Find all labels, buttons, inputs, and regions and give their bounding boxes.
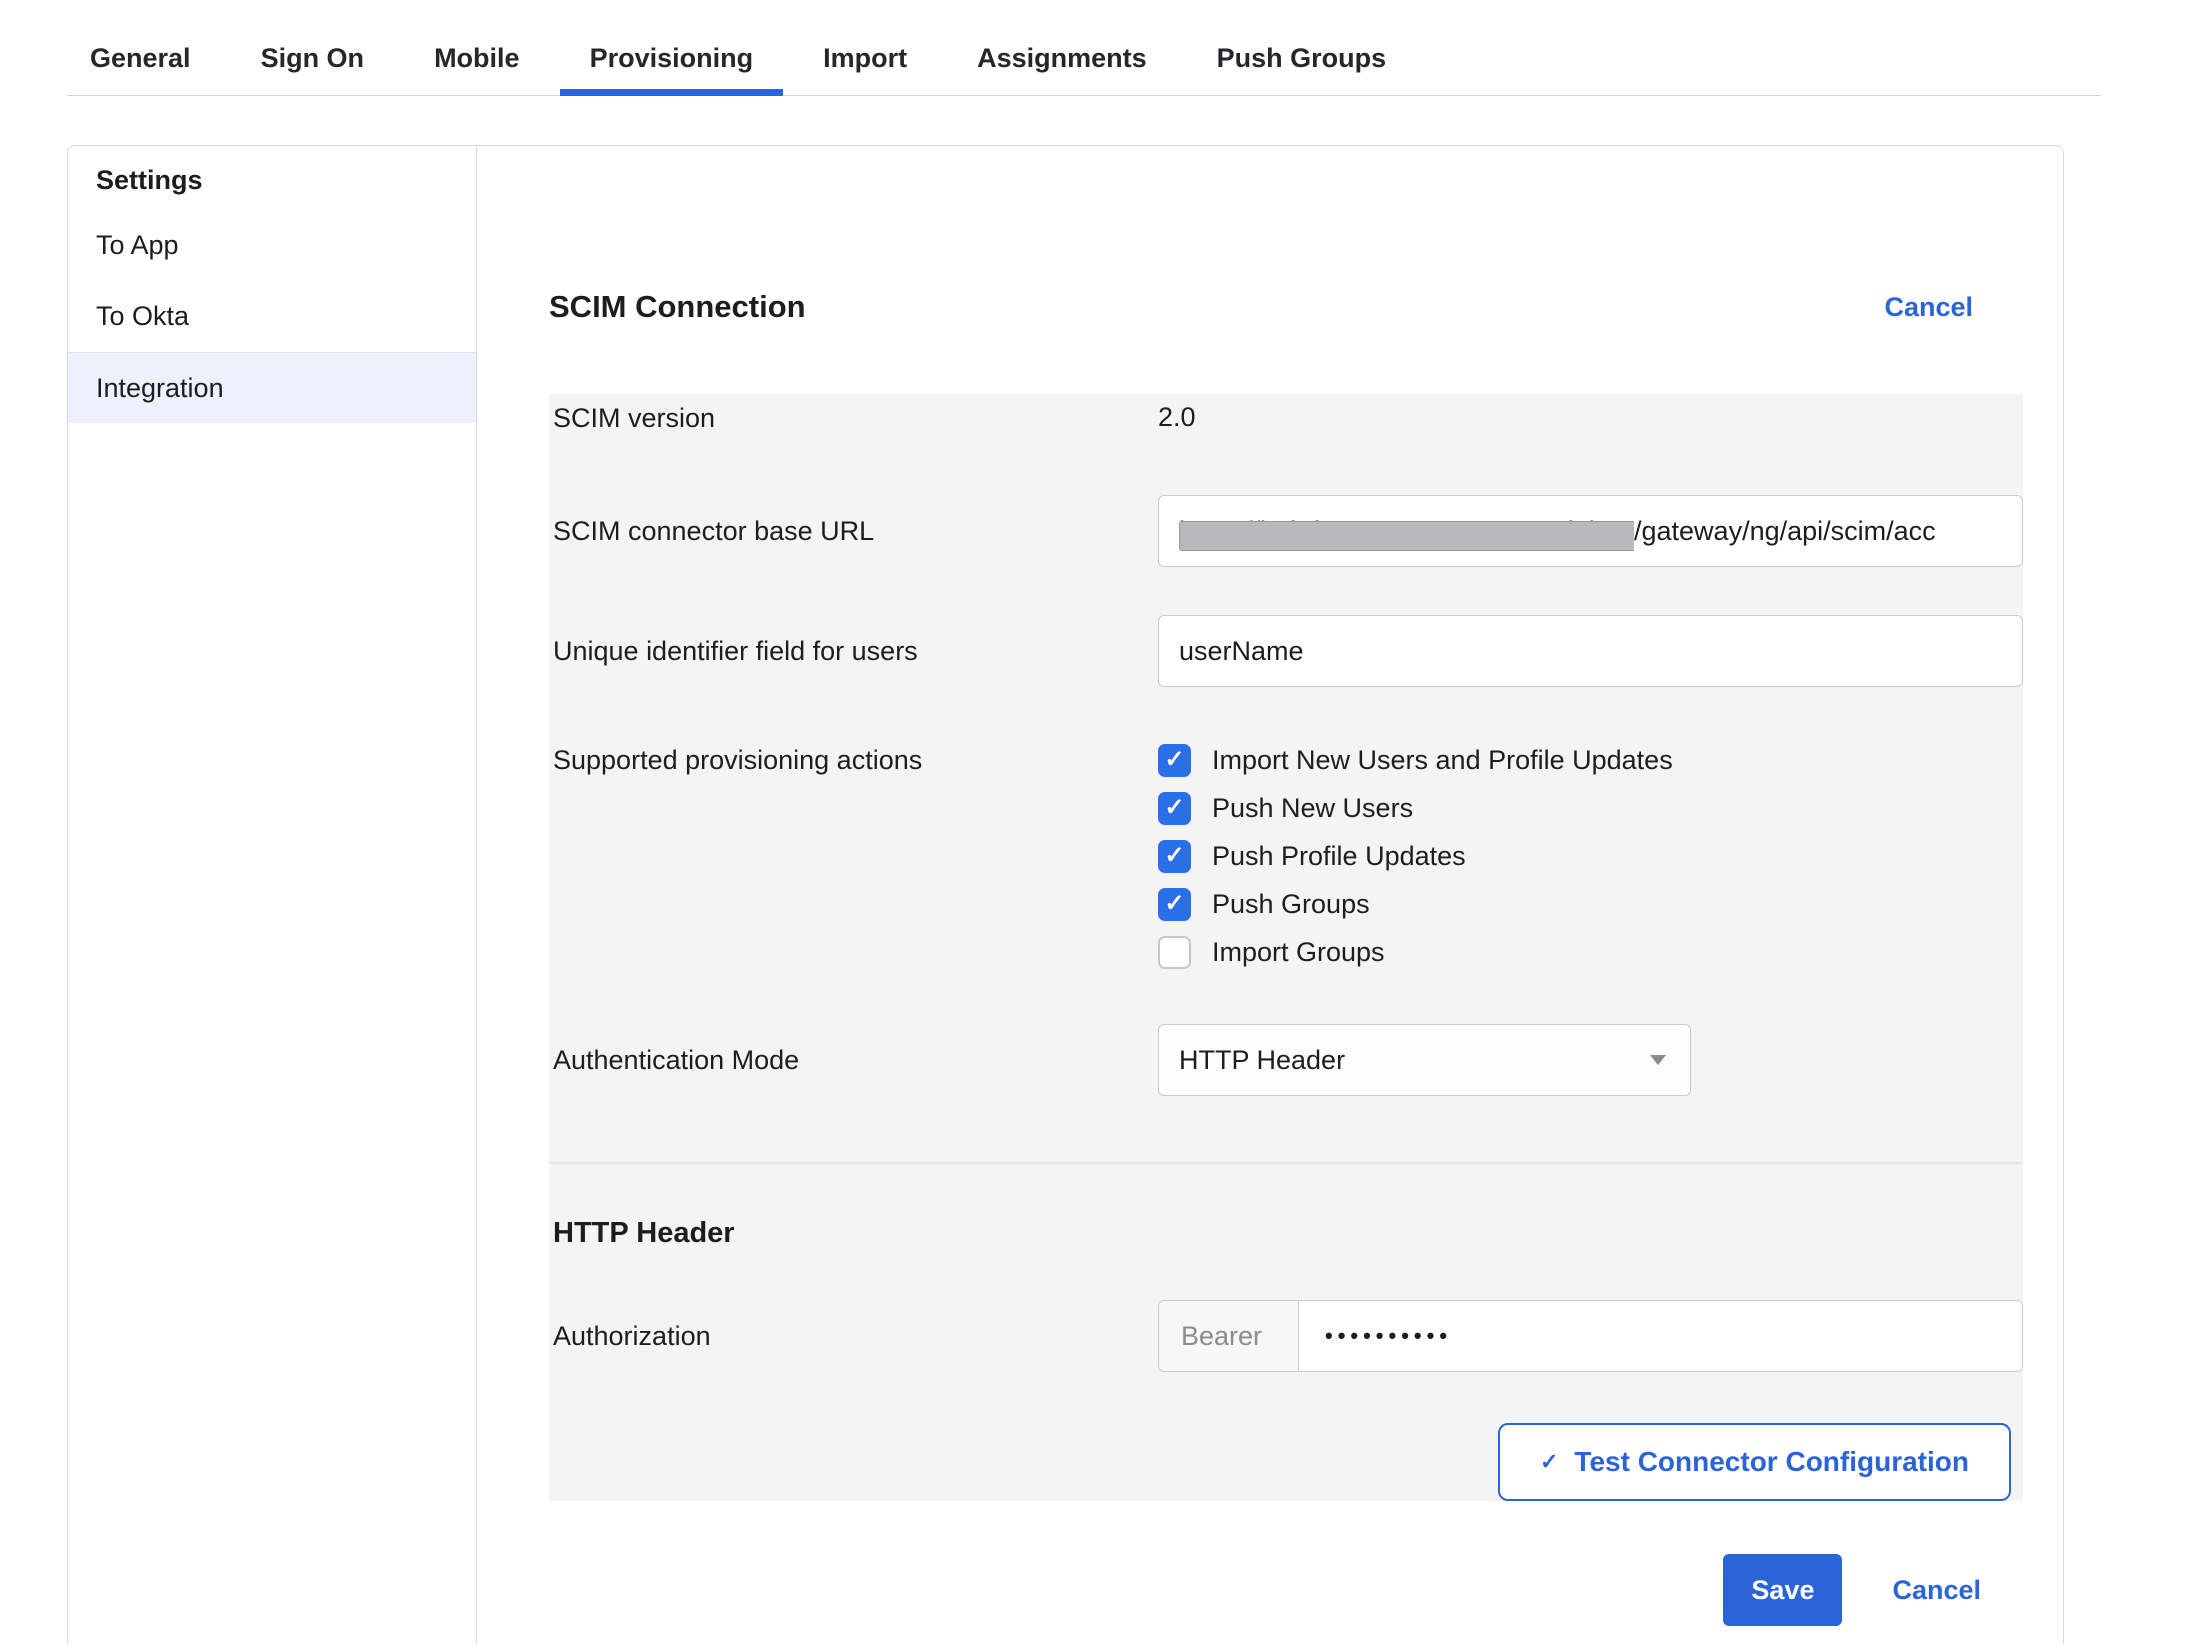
page-title: SCIM Connection xyxy=(549,289,806,325)
unique-identifier-label: Unique identifier field for users xyxy=(553,637,1158,665)
provisioning-actions-options: Import New Users and Profile Updates Pus… xyxy=(1158,743,2023,969)
base-url-row: SCIM connector base URL https://b5bd-135… xyxy=(553,495,2023,567)
sidebar-item-integration[interactable]: Integration xyxy=(68,352,476,423)
scim-settings-panel: SCIM version 2.0 SCIM connector base URL… xyxy=(549,394,2023,1501)
provisioning-actions-label: Supported provisioning actions xyxy=(553,743,1158,777)
tab-sign-on[interactable]: Sign On xyxy=(231,30,395,95)
check-icon xyxy=(1164,844,1184,868)
scim-connection-section: SCIM version 2.0 SCIM connector base URL… xyxy=(549,394,2023,1162)
cancel-link-top[interactable]: Cancel xyxy=(1884,292,1973,323)
check-icon xyxy=(1540,1449,1558,1475)
chevron-down-icon xyxy=(1650,1055,1666,1065)
sidebar-title: Settings xyxy=(68,146,476,195)
tab-mobile[interactable]: Mobile xyxy=(404,30,550,95)
tab-push-groups[interactable]: Push Groups xyxy=(1187,30,1417,95)
option-import-new-users[interactable]: Import New Users and Profile Updates xyxy=(1158,743,2023,777)
checkbox-unchecked-icon[interactable] xyxy=(1158,936,1191,969)
option-push-groups[interactable]: Push Groups xyxy=(1158,887,2023,921)
checkbox-checked-icon[interactable] xyxy=(1158,840,1191,873)
heading-row: SCIM Connection Cancel xyxy=(549,289,2023,325)
tab-general[interactable]: General xyxy=(60,30,221,95)
test-connector-row: Test Connector Configuration xyxy=(553,1423,2023,1501)
tab-assignments[interactable]: Assignments xyxy=(947,30,1177,95)
auth-mode-select[interactable]: HTTP Header xyxy=(1158,1024,1691,1096)
redacted-url-text: https://b5bd-135-19-67-149.ngrok.io xyxy=(1179,495,1634,567)
unique-identifier-row: Unique identifier field for users xyxy=(553,615,2023,687)
unique-identifier-input[interactable] xyxy=(1158,615,2023,687)
sidebar-items: To App To Okta Integration xyxy=(68,210,476,423)
redaction-bar xyxy=(1179,521,1634,551)
url-visible-suffix: /gateway/ng/api/scim/acc xyxy=(1634,516,1936,547)
http-header-title: HTTP Header xyxy=(553,1218,2023,1248)
option-push-profile-updates[interactable]: Push Profile Updates xyxy=(1158,839,2023,873)
provisioning-card: Settings To App To Okta Integration SCIM… xyxy=(67,145,2064,1644)
tab-import[interactable]: Import xyxy=(793,30,937,95)
scim-version-label: SCIM version xyxy=(553,404,1158,432)
option-push-new-users[interactable]: Push New Users xyxy=(1158,791,2023,825)
save-button[interactable]: Save xyxy=(1723,1554,1842,1626)
cancel-link-bottom[interactable]: Cancel xyxy=(1892,1575,1981,1606)
scim-version-row: SCIM version 2.0 xyxy=(553,402,2023,433)
auth-mode-selected-value: HTTP Header xyxy=(1179,1045,1345,1076)
provisioning-actions-row: Supported provisioning actions Import Ne… xyxy=(553,743,2023,969)
check-icon xyxy=(1164,796,1184,820)
sidebar-item-to-app[interactable]: To App xyxy=(68,210,476,281)
option-import-groups[interactable]: Import Groups xyxy=(1158,935,2023,969)
check-icon xyxy=(1164,892,1184,916)
app-tab-bar: General Sign On Mobile Provisioning Impo… xyxy=(67,0,2101,96)
check-icon xyxy=(1164,748,1184,772)
test-connector-button[interactable]: Test Connector Configuration xyxy=(1498,1423,2011,1501)
base-url-label: SCIM connector base URL xyxy=(553,517,1158,545)
checkbox-checked-icon[interactable] xyxy=(1158,888,1191,921)
authorization-input-group: Bearer •••••••••• xyxy=(1158,1300,2023,1372)
tab-provisioning[interactable]: Provisioning xyxy=(560,30,784,95)
api-token-input[interactable]: •••••••••• xyxy=(1299,1301,1452,1371)
checkbox-checked-icon[interactable] xyxy=(1158,792,1191,825)
form-actions-row: Save Cancel xyxy=(549,1554,2023,1626)
authorization-label: Authorization xyxy=(553,1322,1158,1350)
sidebar-item-to-okta[interactable]: To Okta xyxy=(68,281,476,352)
settings-sidebar: Settings To App To Okta Integration xyxy=(68,146,477,1644)
http-header-section: HTTP Header Authorization Bearer •••••••… xyxy=(549,1164,2023,1501)
scim-version-value: 2.0 xyxy=(1158,402,2023,433)
auth-mode-row: Authentication Mode HTTP Header xyxy=(553,1024,2023,1096)
base-url-input[interactable]: https://b5bd-135-19-67-149.ngrok.io /gat… xyxy=(1158,495,2023,567)
main-content: SCIM Connection Cancel SCIM version 2.0 … xyxy=(477,146,2064,1644)
auth-mode-label: Authentication Mode xyxy=(553,1046,1158,1074)
bearer-prefix: Bearer xyxy=(1159,1301,1299,1371)
authorization-row: Authorization Bearer •••••••••• xyxy=(553,1300,2023,1372)
checkbox-checked-icon[interactable] xyxy=(1158,744,1191,777)
